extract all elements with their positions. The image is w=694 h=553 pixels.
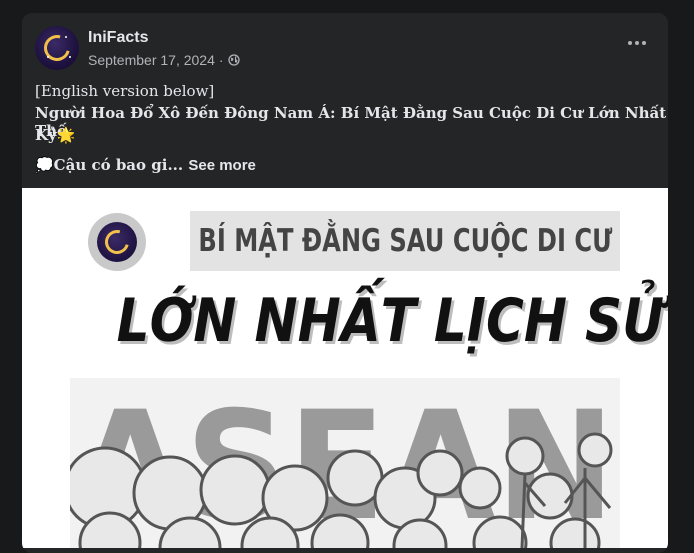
post-title-line: Kỷ🌟 — [35, 126, 76, 144]
moon-logo-icon — [39, 30, 75, 66]
image-banner: BÍ MẬT ĐẰNG SAU CUỘC DI CƯ — [190, 211, 620, 271]
see-more-link[interactable]: See more — [188, 157, 256, 174]
post-card: IniFacts September 17, 2024 · [English v… — [22, 13, 668, 553]
page-name-link[interactable]: IniFacts — [88, 29, 148, 47]
headline-text: LỚN NHẤT LỊCH SỬ — [116, 286, 665, 356]
crowd-illustration: ASEAN — [70, 378, 620, 548]
moon-logo-icon — [100, 225, 134, 259]
image-logo — [88, 213, 146, 271]
post-title-line: Người Hoa Đổ Xô Đến Đông Nam Á: Bí Mật Đ… — [35, 104, 667, 140]
post-text-preview: 💭Cậu có bao gi... See more — [35, 156, 256, 174]
image-headline: LỚN NHẤT LỊCH SỬ — [72, 286, 665, 356]
meta-separator: · — [218, 52, 224, 68]
post-meta: September 17, 2024 · — [88, 52, 240, 68]
banner-text: BÍ MẬT ĐẰNG SAU CUỘC DI CƯ — [198, 223, 612, 259]
post-text-line: [English version below] — [35, 82, 215, 100]
post-date[interactable]: September 17, 2024 — [88, 52, 215, 68]
globe-icon — [227, 54, 240, 66]
post-preview-text: 💭Cậu có bao gi... — [35, 156, 184, 174]
page-avatar[interactable] — [35, 26, 79, 70]
more-options-icon[interactable] — [628, 41, 646, 45]
post-image[interactable]: BÍ MẬT ĐẰNG SAU CUỘC DI CƯ LỚN NHẤT LỊCH… — [22, 188, 668, 548]
